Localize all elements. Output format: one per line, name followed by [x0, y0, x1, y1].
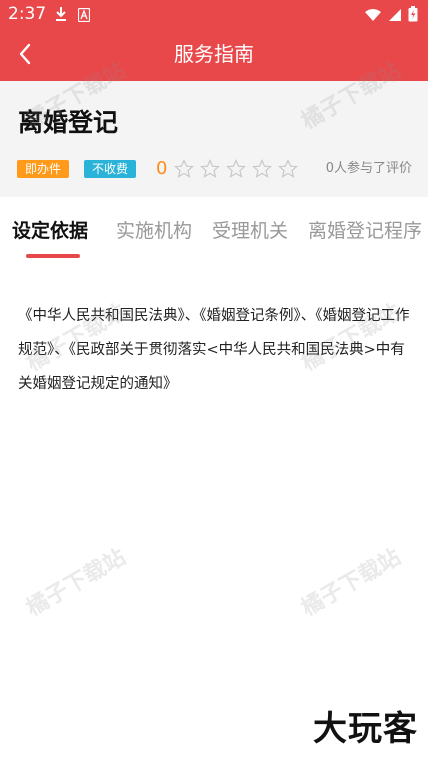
item-header: 离婚登记 即办件 不收费 0 0人参与了评价	[0, 81, 428, 197]
rating-participants: 0人参与了评价	[325, 161, 412, 176]
download-icon	[54, 6, 68, 26]
star-icon[interactable]	[252, 159, 272, 179]
app-bar: 服务指南	[0, 28, 428, 81]
tab-bar: 设定依据 实施机构 受理机关 离婚登记程序	[0, 197, 428, 263]
tab-accepting-agency[interactable]: 受理机关	[212, 219, 288, 243]
tab-implementing-agency[interactable]: 实施机构	[116, 219, 192, 243]
status-bar: 2:37	[0, 0, 428, 28]
free-badge: 不收费	[84, 160, 137, 178]
star-icon[interactable]	[278, 159, 298, 179]
a-icon	[77, 7, 91, 26]
status-left-icons	[54, 6, 91, 26]
star-icon[interactable]	[174, 159, 194, 179]
watermark: 橘子下载站	[22, 544, 131, 622]
signal-icon	[388, 7, 402, 26]
wifi-icon	[364, 7, 382, 26]
star-icon[interactable]	[226, 159, 246, 179]
status-time: 2:37	[8, 4, 47, 24]
legal-basis-text: 《中华人民共和国民法典》、《婚姻登记条例》、《婚姻登记工作规范》、《民政部关于贯…	[18, 308, 410, 392]
instant-badge: 即办件	[17, 160, 70, 178]
star-icon[interactable]	[200, 159, 220, 179]
rating-stars[interactable]	[174, 159, 298, 179]
tab-legal-basis[interactable]: 设定依据	[12, 219, 88, 243]
tab-divorce-procedure[interactable]: 离婚登记程序	[308, 219, 422, 243]
status-right-icons	[364, 6, 418, 26]
item-title: 离婚登记	[18, 108, 119, 137]
battery-icon	[408, 6, 418, 26]
active-tab-indicator	[26, 254, 80, 258]
brand-logo: 大玩客	[313, 709, 418, 749]
rating-score: 0	[156, 158, 168, 179]
page-title: 服务指南	[174, 42, 254, 66]
watermark: 橘子下载站	[297, 544, 406, 622]
